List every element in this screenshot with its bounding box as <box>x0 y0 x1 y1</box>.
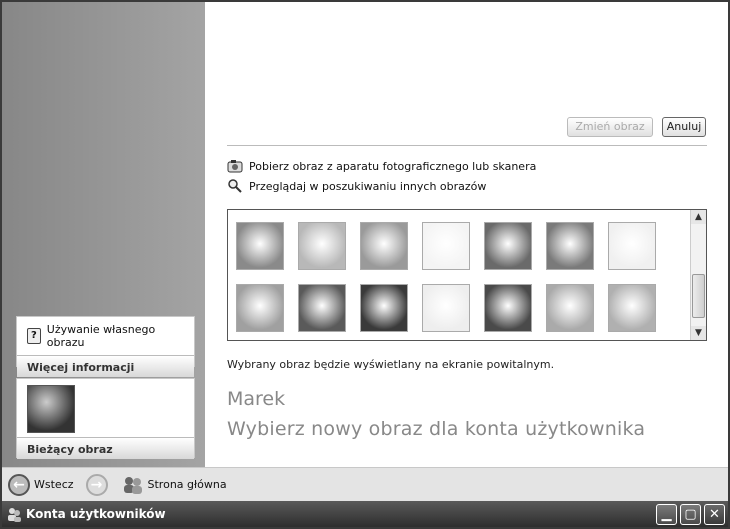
home-icon <box>122 475 144 495</box>
picture-skateboard[interactable] <box>422 222 470 270</box>
scroll-up-arrow-icon[interactable]: ▲ <box>691 210 706 224</box>
scrollbar-thumb[interactable] <box>692 274 705 318</box>
picture-chess[interactable] <box>484 222 532 270</box>
picture-ducks[interactable] <box>608 222 656 270</box>
picture-dirt-bike[interactable] <box>546 222 594 270</box>
navigation-toolbar: ← Wstecz → Strona główna <box>2 467 728 501</box>
title-bar: Konta użytkowników ▁ ▢ ✕ <box>2 501 728 527</box>
user-accounts-icon <box>6 506 22 522</box>
current-picture-header: Bieżący obraz <box>17 437 194 459</box>
current-picture-panel: Bieżący obraz <box>16 378 195 459</box>
back-arrow-icon: ← <box>8 473 30 496</box>
change-picture-button[interactable]: Zmień obraz <box>567 117 653 137</box>
picture-fish[interactable] <box>546 284 594 332</box>
more-info-panel: ? Używanie własnego obrazu Więcej inform… <box>16 316 195 377</box>
forward-button[interactable]: → <box>85 473 112 496</box>
close-button[interactable]: ✕ <box>704 503 725 525</box>
browse-link-label: Przeglądaj w poszukiwaniu innych obrazów <box>249 179 487 193</box>
page-heading: Wybierz nowy obraz dla konta użytkownika <box>227 418 646 440</box>
picture-astronaut[interactable] <box>298 284 346 332</box>
minimize-button[interactable]: ▁ <box>656 503 677 525</box>
picture-guitar[interactable] <box>236 222 284 270</box>
home-label: Strona główna <box>147 478 227 491</box>
user-name: Marek <box>227 388 286 410</box>
scroll-down-arrow-icon[interactable]: ▼ <box>691 326 706 340</box>
browse-link[interactable]: Przeglądaj w poszukiwaniu innych obrazów <box>227 178 486 194</box>
magnifier-icon <box>227 178 243 194</box>
picture-airplane[interactable] <box>236 284 284 332</box>
camera-link-label: Pobierz obraz z aparatu fotograficznego … <box>249 159 537 173</box>
cancel-button[interactable]: Anuluj <box>662 117 706 137</box>
help-icon: ? <box>27 328 41 344</box>
more-info-header: Więcej informacji <box>17 355 194 377</box>
picture-snowflake[interactable] <box>298 222 346 270</box>
use-own-picture-link[interactable]: ? Używanie własnego obrazu <box>17 317 194 355</box>
camera-icon <box>227 158 243 174</box>
picture-cat[interactable] <box>484 284 532 332</box>
picture-soccer-ball[interactable] <box>360 284 408 332</box>
current-picture-image <box>27 385 75 433</box>
gallery-scrollbar[interactable]: ▲ ▼ <box>690 210 706 340</box>
window-title: Konta użytkowników <box>26 507 166 521</box>
picture-butterfly[interactable] <box>422 284 470 332</box>
picture-gallery: ▲ ▼ <box>227 209 707 341</box>
picture-beach-chair[interactable] <box>360 222 408 270</box>
picture-note: Wybrany obraz będzie wyświetlany na ekra… <box>227 358 555 371</box>
maximize-button[interactable]: ▢ <box>680 503 701 525</box>
back-button[interactable]: ← Wstecz <box>8 473 74 496</box>
use-own-picture-label: Używanie własnego obrazu <box>46 323 156 349</box>
sidebar: ? Używanie własnego obrazu Więcej inform… <box>2 2 205 467</box>
back-label: Wstecz <box>34 478 74 491</box>
picture-flower[interactable] <box>608 284 656 332</box>
main-content: Zmień obraz Anuluj Pobierz obraz z apara… <box>205 2 728 467</box>
camera-link[interactable]: Pobierz obraz z aparatu fotograficznego … <box>227 158 536 174</box>
divider <box>227 145 707 146</box>
user-accounts-window: Konta użytkowników ▁ ▢ ✕ ← Wstecz → Stro… <box>0 0 730 529</box>
forward-arrow-icon: → <box>85 473 108 496</box>
home-button[interactable]: Strona główna <box>122 475 227 495</box>
